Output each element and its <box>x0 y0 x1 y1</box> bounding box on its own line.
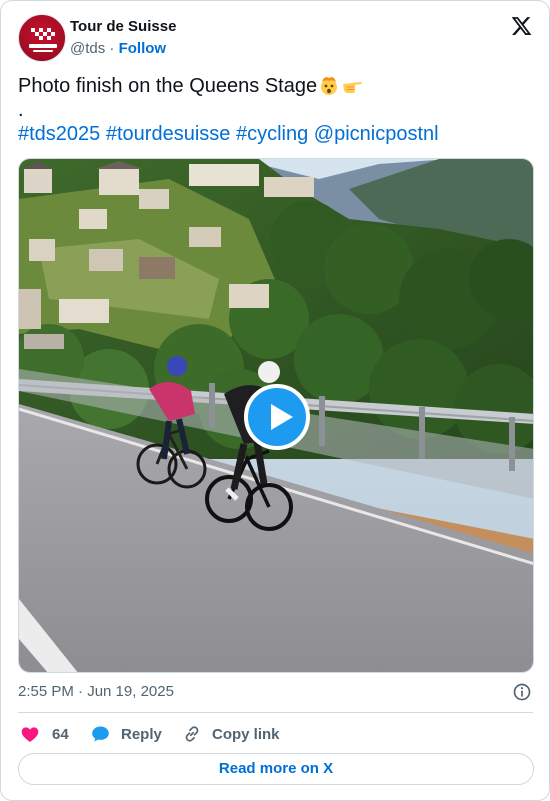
heart-icon <box>21 727 39 742</box>
tweet-headline: Photo finish on the Queens Stage <box>18 75 318 97</box>
reply-button[interactable]: Reply <box>90 720 162 748</box>
tweet-line-1: Photo finish on the Queens Stage <box>18 74 533 98</box>
play-button-icon[interactable] <box>244 384 310 450</box>
separator-dot: · <box>109 40 115 57</box>
copy-link-button[interactable]: Copy link <box>182 720 280 748</box>
hashtag-link[interactable]: #tourdesuisse <box>106 123 231 145</box>
reply-label: Reply <box>121 725 162 743</box>
tour-de-suisse-logo-icon <box>29 28 57 52</box>
hashtag-link[interactable]: #cycling <box>236 123 308 145</box>
tweet-timestamp[interactable]: 2:55 PM · Jun 19, 2025 <box>18 683 174 700</box>
action-bar: 64 Reply Copy link <box>18 720 533 748</box>
hashtag-link[interactable]: #tds2025 <box>18 123 100 145</box>
read-more-button[interactable]: Read more on X <box>18 753 534 785</box>
x-logo-icon[interactable] <box>510 15 533 37</box>
author-avatar[interactable] <box>18 14 66 62</box>
author-name[interactable]: Tour de Suisse <box>70 18 176 35</box>
like-button[interactable]: 64 <box>20 720 69 748</box>
link-icon <box>185 726 199 742</box>
tweet-line-2: . <box>18 99 24 121</box>
pointing-hand-emoji-icon <box>343 82 362 93</box>
copy-link-label: Copy link <box>212 725 280 743</box>
author-handle-row: @tds · Follow <box>70 40 166 57</box>
tweet-hashtags: #tds2025 #tourdesuisse #cycling @picnicp… <box>18 122 533 146</box>
like-count: 64 <box>52 725 69 743</box>
info-icon[interactable] <box>512 682 532 702</box>
tweet-embed-card: Tour de Suisse @tds · Follow Photo finis… <box>0 0 550 801</box>
mention-link[interactable]: @picnicpostnl <box>314 123 439 145</box>
tweet-text: Photo finish on the Queens Stage . #tds2… <box>18 74 533 146</box>
speech-bubble-icon <box>92 726 109 742</box>
follow-button[interactable]: Follow <box>119 40 167 57</box>
author-handle[interactable]: @tds <box>70 40 105 57</box>
divider <box>18 712 533 713</box>
exploding-head-emoji-icon <box>321 77 338 95</box>
video-thumbnail[interactable] <box>18 158 534 673</box>
